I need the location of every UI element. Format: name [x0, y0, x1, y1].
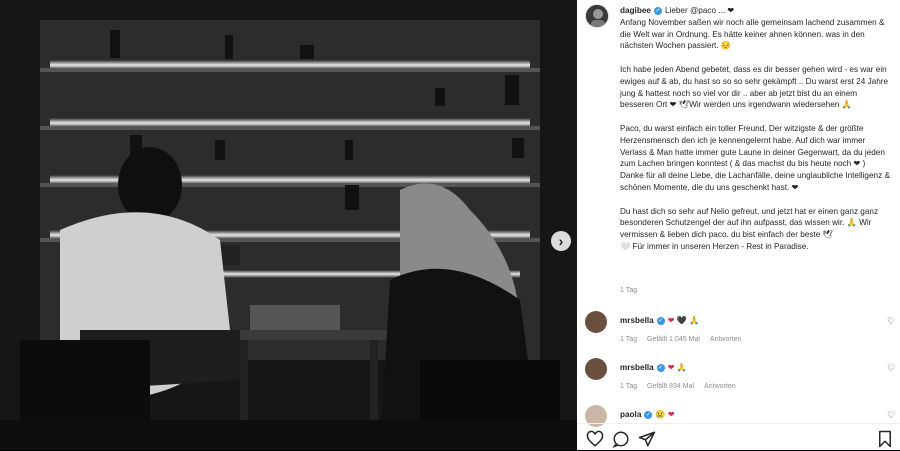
share-icon[interactable] [638, 430, 656, 448]
avatar[interactable] [585, 358, 607, 380]
comment-username[interactable]: mrsbella [620, 316, 654, 325]
reply-button[interactable]: Antworten [710, 336, 742, 343]
post-sidebar: dagibee ✓ Lieber @paco ... ❤ Anfang Novemb… [577, 0, 900, 450]
comment-icon[interactable] [612, 430, 630, 448]
comment-time[interactable]: 1 Tag [620, 336, 637, 343]
comment-item: mrsbella ✓ ❤ 🙏 1 Tag Gefällt 894 Mal Antwort… [577, 356, 900, 402]
comment-username[interactable]: paola [620, 410, 641, 419]
comment-username[interactable]: mrsbella [620, 363, 654, 372]
chevron-right-icon: › [558, 233, 564, 249]
comment-text: ❤ 🙏 [667, 363, 688, 372]
post-time[interactable]: 1 Tag [620, 287, 637, 294]
comment-time[interactable]: 1 Tag [620, 383, 637, 390]
action-bar [577, 423, 900, 451]
comment-item: mrsbella ✓ ❤ 🖤 🙏 1 Tag Gefällt 1.045 Mal Ant… [577, 309, 900, 355]
comment-line: mrsbella ✓ ❤ 🖤 🙏 [620, 315, 700, 326]
comment-text: 😢 ❤ [655, 410, 675, 419]
comment-meta: 1 Tag Gefällt 894 Mal Antworten [620, 383, 746, 390]
avatar[interactable] [585, 311, 607, 333]
caption-body: Lieber @paco ... ❤ Anfang November saßen… [620, 6, 890, 251]
verified-icon: ✓ [653, 6, 662, 15]
caption-username[interactable]: dagibee [620, 6, 651, 15]
avatar-image [586, 5, 608, 27]
verified-icon: ✓ [656, 363, 665, 372]
bookmark-icon[interactable] [876, 430, 894, 448]
reply-button[interactable]: Antworten [704, 383, 736, 390]
comment-item: paola ✓ 😢 ❤ ♡ [577, 403, 900, 427]
heart-icon[interactable]: ♡ [886, 410, 896, 420]
comment-text: ❤ 🖤 🙏 [667, 316, 700, 325]
comment-likes[interactable]: Gefällt 894 Mal [647, 383, 694, 390]
post-photo: › [0, 0, 577, 450]
verified-icon: ✓ [656, 316, 665, 325]
avatar[interactable] [585, 4, 609, 28]
caption-block: dagibee ✓ Lieber @paco ... ❤ Anfang Novemb… [577, 0, 900, 302]
heart-icon[interactable]: ♡ [886, 363, 896, 373]
comment-line: paola ✓ 😢 ❤ [620, 409, 675, 420]
next-photo-button[interactable]: › [551, 231, 571, 251]
comment-likes[interactable]: Gefällt 1.045 Mal [647, 336, 700, 343]
comment-meta: 1 Tag Gefällt 1.045 Mal Antworten [620, 336, 751, 343]
comment-line: mrsbella ✓ ❤ 🙏 [620, 362, 687, 373]
photo-illustration [0, 0, 577, 450]
heart-icon[interactable] [586, 430, 604, 448]
caption-text: dagibee ✓ Lieber @paco ... ❤ Anfang Novemb… [620, 5, 890, 253]
heart-icon[interactable]: ♡ [886, 316, 896, 326]
verified-icon: ✓ [644, 410, 653, 419]
